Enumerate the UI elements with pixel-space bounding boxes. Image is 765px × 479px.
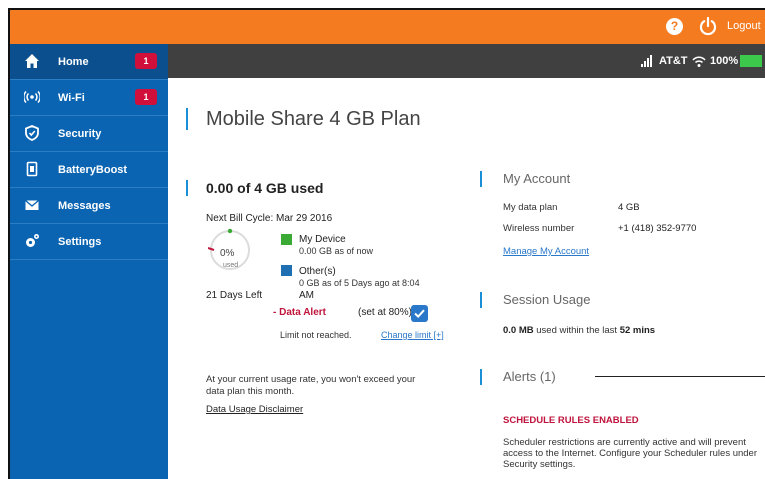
section-accent — [480, 369, 482, 385]
data-alert-checkbox[interactable] — [411, 305, 428, 322]
logout-link[interactable]: Logout — [727, 20, 761, 32]
page-title: Mobile Share 4 GB Plan — [206, 108, 421, 130]
data-alert-label: - Data Alert — [273, 307, 326, 318]
battery-icon — [740, 55, 762, 67]
notification-badge: 1 — [135, 89, 157, 105]
sidebar-item-batteryboost[interactable]: BatteryBoost — [10, 152, 168, 188]
section-accent — [480, 171, 482, 187]
session-usage-heading: Session Usage — [503, 292, 591, 307]
sidebar-item-messages[interactable]: Messages — [10, 188, 168, 224]
battery-percentage: 100% — [710, 55, 739, 67]
my-account-heading: My Account — [503, 171, 571, 186]
section-accent — [186, 180, 188, 196]
limit-status-text: Limit not reached. — [280, 330, 352, 340]
shield-icon — [25, 125, 39, 141]
session-usage-text: 0.0 MB used within the last 52 mins — [503, 325, 655, 336]
sidebar-item-label: Settings — [58, 236, 102, 248]
session-amount: 0.0 MB — [503, 325, 534, 336]
others-usage-continued: AM — [299, 290, 314, 301]
alerts-divider — [595, 376, 765, 377]
session-middle: used within the last — [536, 325, 618, 336]
gear-icon — [26, 234, 39, 247]
main-content: Mobile Share 4 GB Plan 0.00 of 4 GB used… — [168, 78, 765, 479]
sidebar-item-settings[interactable]: Settings — [10, 224, 168, 260]
alerts-heading: Alerts (1) — [503, 369, 556, 384]
wireless-number-value: +1 (418) 352-9770 — [618, 223, 697, 234]
session-duration: 52 mins — [619, 325, 656, 336]
my-device-legend-swatch — [281, 234, 292, 245]
carrier-name: AT&T — [659, 55, 688, 67]
manage-account-link[interactable]: Manage My Account — [503, 246, 589, 257]
sidebar-item-label: Home — [58, 56, 89, 68]
usage-percentage-caption: used — [223, 262, 239, 269]
data-usage-disclaimer-link[interactable]: Data Usage Disclaimer — [206, 404, 303, 415]
sidebar-item-label: BatteryBoost — [58, 164, 128, 176]
sidebar-item-security[interactable]: Security — [10, 116, 168, 152]
help-icon[interactable]: ? — [666, 18, 683, 35]
sidebar-item-label: Security — [58, 128, 102, 140]
my-device-marker — [227, 228, 233, 234]
battery-boost-icon — [26, 161, 38, 177]
sidebar-item-label: Messages — [58, 200, 111, 212]
signal-strength-icon — [641, 55, 652, 67]
envelope-icon — [25, 200, 39, 210]
sidebar-item-wifi[interactable]: Wi-Fi 1 — [10, 80, 168, 116]
schedule-rules-body: Scheduler restrictions are currently act… — [503, 437, 758, 470]
section-accent — [480, 292, 482, 308]
usage-rate-text: At your current usage rate, you won't ex… — [206, 374, 416, 397]
sidebar: Home 1 Wi-Fi 1 Security BatteryBoost Mes… — [10, 44, 168, 479]
top-bar: ? Logout — [10, 10, 765, 44]
data-alert-threshold: (set at 80%) — [358, 307, 412, 318]
home-icon — [25, 54, 39, 68]
bill-cycle-text: Next Bill Cycle: Mar 29 2016 — [206, 213, 333, 224]
app-frame: ? Logout Home 1 Wi-Fi 1 Security Battery… — [8, 8, 765, 479]
my-device-usage: 0.00 GB as of now — [299, 246, 374, 256]
sidebar-item-home[interactable]: Home 1 — [10, 44, 168, 80]
my-device-legend-label: My Device — [299, 234, 346, 245]
others-legend-swatch — [281, 265, 292, 276]
title-accent — [186, 108, 188, 130]
usage-headline: 0.00 of 4 GB used — [206, 180, 324, 196]
days-left-text: 21 Days Left — [206, 290, 263, 301]
data-plan-value: 4 GB — [618, 202, 640, 213]
sidebar-item-label: Wi-Fi — [58, 92, 85, 104]
connected-devices-icon — [692, 56, 706, 67]
power-icon[interactable] — [698, 16, 718, 36]
usage-percentage: 0% — [220, 248, 235, 259]
others-usage: 0 GB as of 5 Days ago at 8:04 — [299, 278, 420, 288]
status-bar: AT&T 100% — [168, 44, 765, 78]
data-plan-label: My data plan — [503, 202, 558, 213]
notification-badge: 1 — [135, 53, 157, 69]
change-limit-link[interactable]: Change limit [+] — [381, 330, 444, 340]
wireless-number-label: Wireless number — [503, 223, 575, 234]
others-legend-label: Other(s) — [299, 266, 336, 277]
schedule-rules-title: SCHEDULE RULES ENABLED — [503, 415, 639, 426]
others-marker — [208, 247, 215, 251]
wifi-icon — [24, 90, 40, 104]
